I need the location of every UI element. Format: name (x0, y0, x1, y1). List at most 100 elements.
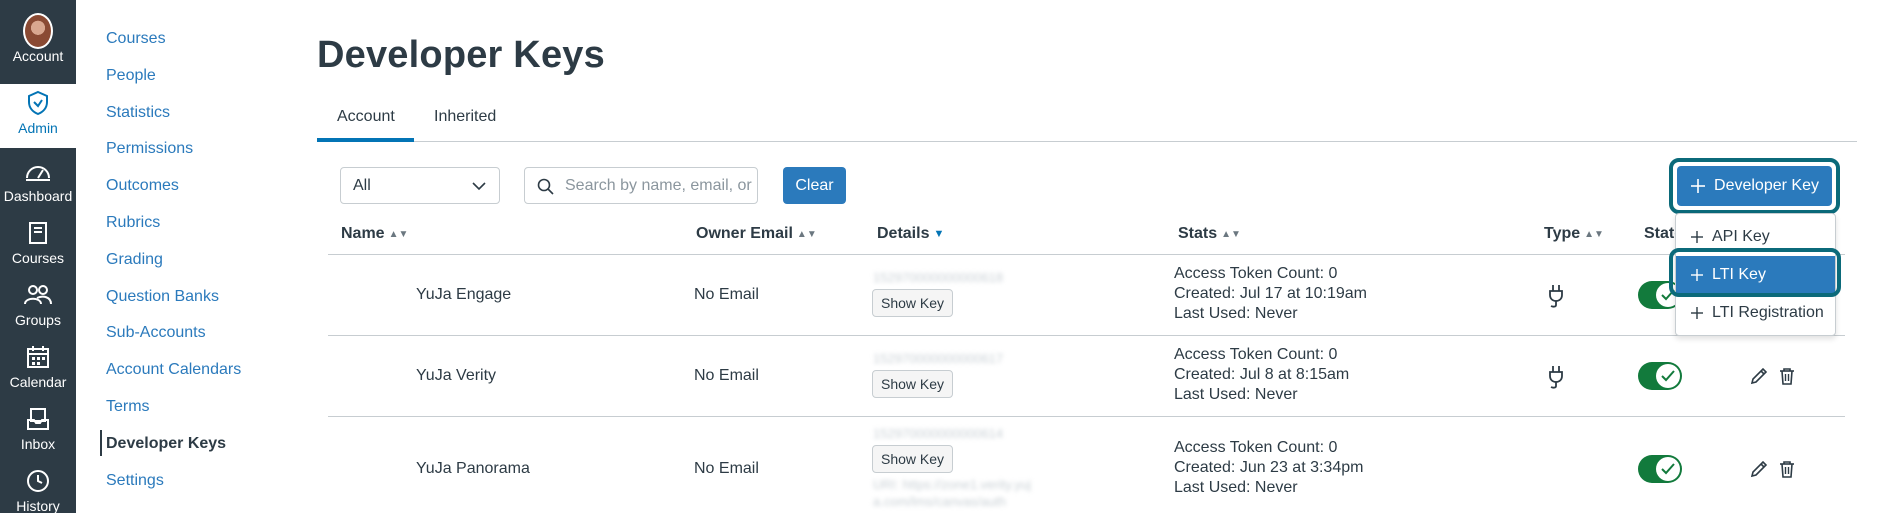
pencil-icon[interactable] (1749, 459, 1769, 479)
check-icon (1661, 463, 1675, 475)
show-key-button[interactable]: Show Key (872, 289, 954, 317)
page-title: Developer Keys (317, 34, 605, 76)
subnav-outcomes[interactable]: Outcomes (106, 177, 179, 195)
created-date: Created: Jul 8 at 8:15am (1174, 366, 1350, 383)
owner-email: No Email (694, 460, 759, 477)
gnav-account-label: Account (12, 48, 64, 64)
menu-item-api-key-label: API Key (1712, 228, 1770, 245)
toggle-knob (1656, 457, 1680, 481)
gnav-groups-label: Groups (15, 312, 61, 328)
gnav-courses[interactable]: Courses (0, 214, 76, 276)
row-divider (328, 335, 1845, 336)
key-stats: Access Token Count: 0 Created: Jun 23 at… (1174, 438, 1363, 498)
sort-icon: ▲▼ (1221, 229, 1241, 240)
lti-key-focus-ring (1669, 248, 1841, 297)
clear-button[interactable]: Clear (783, 167, 846, 204)
search-input[interactable] (565, 170, 753, 201)
gnav-groups[interactable]: Groups (0, 276, 76, 338)
owner-email: No Email (694, 286, 759, 303)
column-header-stats-label: Stats (1178, 225, 1218, 242)
toggle-knob (1656, 364, 1680, 388)
gnav-history-label: History (16, 498, 60, 513)
subnav-developer-keys[interactable]: Developer Keys (106, 435, 226, 453)
state-toggle[interactable] (1638, 362, 1682, 390)
owner-email: No Email (694, 367, 759, 384)
created-date: Created: Jul 17 at 10:19am (1174, 285, 1368, 302)
gnav-admin[interactable]: Admin (0, 84, 76, 148)
key-stats: Access Token Count: 0 Created: Jul 17 at… (1174, 264, 1367, 324)
last-used: Last Used: Never (1174, 386, 1298, 403)
column-header-owner-email[interactable]: Owner Email ▲▼ (696, 225, 817, 243)
row-divider (328, 416, 1845, 417)
clock-icon (23, 466, 53, 496)
tab-account[interactable]: Account (337, 108, 395, 126)
avatar (23, 13, 53, 49)
search-field (524, 167, 758, 204)
column-header-type[interactable]: Type ▲▼ (1544, 225, 1604, 243)
menu-item-lti-registration[interactable]: LTI Registration (1676, 294, 1835, 332)
plus-icon (1691, 179, 1706, 193)
calendar-icon (23, 342, 53, 372)
gnav-calendar[interactable]: Calendar (0, 338, 76, 400)
subnav-terms[interactable]: Terms (106, 398, 150, 416)
global-nav: Account Admin Dashboard Courses Groups C… (0, 0, 76, 513)
add-developer-key-label: Developer Key (1714, 177, 1819, 194)
show-key-button[interactable]: Show Key (872, 445, 954, 473)
subnav-settings[interactable]: Settings (106, 472, 164, 490)
state-toggle[interactable] (1638, 455, 1682, 483)
gnav-history[interactable]: History (0, 462, 76, 513)
subnav-sub-accounts[interactable]: Sub-Accounts (106, 324, 206, 342)
sort-descending-icon: ▼ (933, 228, 945, 240)
gnav-courses-label: Courses (11, 250, 65, 266)
gnav-dashboard[interactable]: Dashboard (0, 152, 76, 214)
show-key-button[interactable]: Show Key (872, 370, 954, 398)
app: Account Admin Dashboard Courses Groups C… (0, 0, 1890, 513)
check-icon (1661, 370, 1675, 382)
add-developer-key-button[interactable]: Developer Key (1677, 166, 1832, 206)
gnav-calendar-label: Calendar (9, 374, 67, 390)
chevron-down-icon (472, 182, 486, 191)
book-icon (23, 218, 53, 248)
trash-icon[interactable] (1777, 366, 1797, 386)
subnav-courses[interactable]: Courses (106, 30, 166, 48)
menu-item-lti-registration-label: LTI Registration (1712, 304, 1824, 321)
trash-icon[interactable] (1777, 459, 1797, 479)
column-header-stats[interactable]: Stats ▲▼ (1178, 225, 1241, 243)
redirect-uri: URI: https://zone1.verity.yuj (873, 477, 1031, 492)
key-stats: Access Token Count: 0 Created: Jul 8 at … (1174, 345, 1349, 405)
subnav-account-calendars[interactable]: Account Calendars (106, 361, 241, 379)
sort-icon: ▲▼ (796, 229, 817, 240)
column-header-name[interactable]: Name ▲▼ (341, 225, 408, 243)
created-date: Created: Jun 23 at 3:34pm (1174, 459, 1364, 476)
tab-list: Account Inherited (317, 98, 1857, 142)
plus-icon (1691, 307, 1703, 319)
inbox-icon (23, 404, 53, 434)
column-header-details[interactable]: Details ▼ (877, 225, 944, 243)
column-header-type-label: Type (1544, 225, 1581, 242)
gnav-inbox[interactable]: Inbox (0, 400, 76, 462)
subnav-rubrics[interactable]: Rubrics (106, 214, 160, 232)
token-count: Access Token Count: 0 (1174, 439, 1338, 456)
key-name: YuJa Verity (416, 367, 497, 384)
filter-select[interactable]: All (340, 167, 500, 204)
subnav-permissions[interactable]: Permissions (106, 140, 193, 158)
subnav-grading[interactable]: Grading (106, 251, 163, 269)
subnav-question-banks[interactable]: Question Banks (106, 288, 219, 306)
subnav-statistics[interactable]: Statistics (106, 104, 170, 122)
gnav-admin-label: Admin (18, 120, 58, 136)
subnav-current-indicator (100, 430, 102, 456)
tab-inherited[interactable]: Inherited (434, 108, 496, 126)
dashboard-icon (23, 156, 53, 186)
plus-icon (1691, 231, 1703, 243)
key-name: YuJa Engage (416, 286, 512, 303)
key-id: 152970000000000617 (873, 351, 1004, 366)
pencil-icon[interactable] (1749, 366, 1769, 386)
last-used: Last Used: Never (1174, 479, 1298, 496)
plug-icon (1549, 366, 1563, 389)
gnav-account[interactable]: Account (0, 13, 76, 76)
gnav-dashboard-label: Dashboard (3, 188, 73, 204)
groups-icon (23, 280, 53, 310)
key-id: 152970000000000618 (873, 270, 1004, 285)
subnav-people[interactable]: People (106, 67, 156, 85)
redirect-uri-continued: a.com/lms/canvas/auth (873, 494, 1006, 509)
